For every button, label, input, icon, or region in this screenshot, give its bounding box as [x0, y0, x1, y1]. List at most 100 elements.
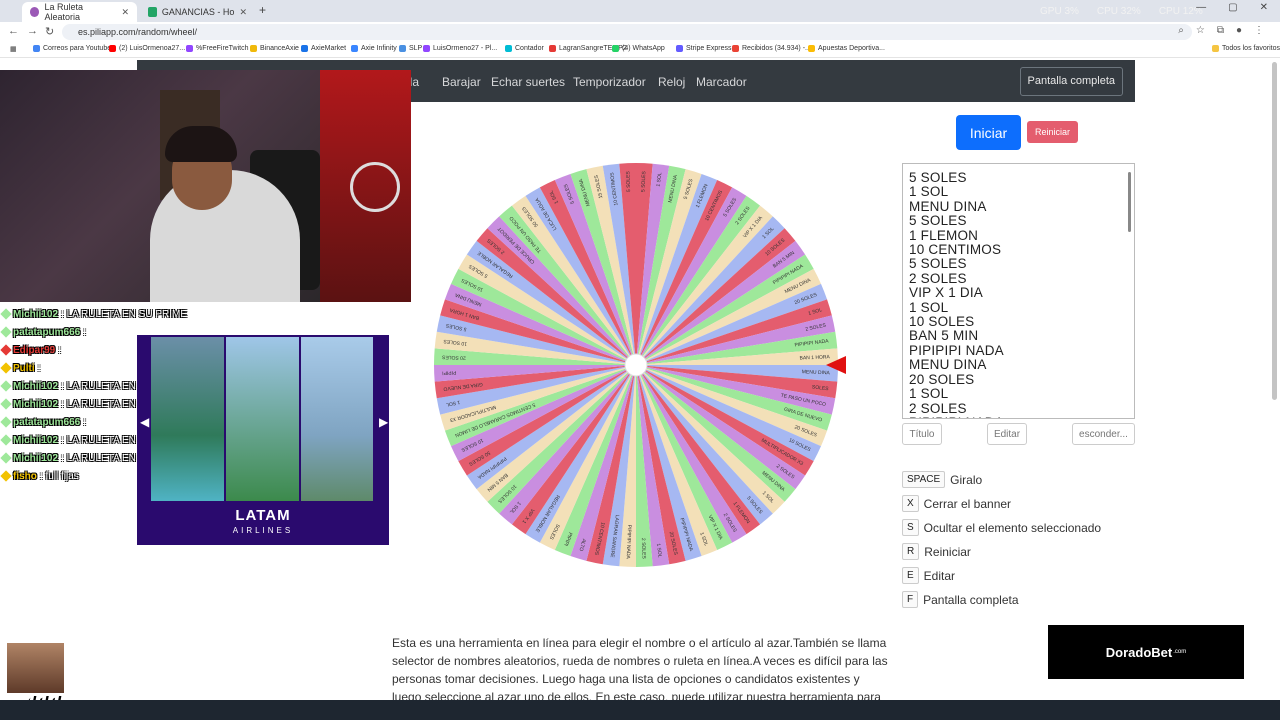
bookmark-favicon-icon	[250, 45, 257, 52]
list-scrollbar[interactable]	[1127, 166, 1132, 416]
bookmark-item[interactable]: SLP	[399, 45, 422, 52]
shortcut-row: F Pantalla completa	[902, 591, 1019, 608]
apps-icon[interactable]: ▦	[10, 45, 17, 53]
nav-item-barajar[interactable]: Barajar	[442, 75, 481, 89]
minimize-button[interactable]: —	[1196, 2, 1206, 13]
fullscreen-button[interactable]: Pantalla completa	[1019, 67, 1123, 96]
cpu-stat: CPU 32%	[1096, 6, 1141, 17]
taskbar	[0, 700, 1280, 720]
roulette-wheel[interactable]: 5 SOLES 1 SOL MENU DINA 5 SOLES 1 FLEMON10 C…	[430, 158, 850, 572]
chat-badge-icon	[0, 452, 12, 464]
bookmark-item[interactable]: (4) WhatsApp	[612, 45, 665, 52]
chat-text: :	[37, 362, 41, 374]
bookmark-favicon-icon	[33, 45, 40, 52]
page-scrollbar[interactable]	[1272, 62, 1277, 400]
chat-text: : full fijas	[39, 470, 79, 482]
chat-username: Michii102	[13, 434, 59, 446]
nav-item-reloj[interactable]: Reloj	[658, 75, 685, 89]
hide-button[interactable]: esconder...	[1072, 423, 1135, 445]
close-tab-icon[interactable]: ✕	[121, 7, 129, 18]
ad-next-icon[interactable]: ▶	[379, 415, 388, 429]
webcam-overlay	[0, 70, 411, 302]
bookmark-favicon-icon	[301, 45, 308, 52]
bookmark-label: Apuestas Deportiva...	[818, 45, 885, 52]
nav-item-temporizador[interactable]: Temporizador	[573, 75, 646, 89]
close-tab-icon[interactable]: ✕	[239, 7, 247, 18]
nav-item-echar-suertes[interactable]: Echar suertes	[491, 75, 565, 89]
chat-message: Michii102: LA RULETA EN SU PRIME	[0, 305, 212, 323]
shortcut-key: S	[902, 519, 919, 536]
bookmark-favicon-icon	[732, 45, 739, 52]
forward-icon[interactable]: →	[27, 25, 38, 37]
chat-username: fisho	[13, 470, 37, 482]
close-window-button[interactable]: ✕	[1260, 2, 1268, 13]
chat-username: Pulti	[13, 362, 35, 374]
ad-prev-icon[interactable]: ◀	[140, 415, 149, 429]
reset-button[interactable]: Reiniciar	[1027, 121, 1078, 143]
chat-badge-icon	[0, 398, 12, 410]
edit-button[interactable]: Editar	[987, 423, 1027, 445]
bookmark-label: Correos para Youtube	[43, 45, 112, 52]
bookmark-item[interactable]: (2) LuisOrmenoa27...	[109, 45, 185, 52]
extensions-icon[interactable]: ⧉	[1217, 25, 1224, 36]
bookmark-star-icon[interactable]: ☆	[1196, 25, 1205, 36]
bookmark-item[interactable]: Correos para Youtube	[33, 45, 111, 52]
reload-icon[interactable]: ↻	[45, 25, 54, 38]
bookmark-item[interactable]: Axie Infinity	[351, 45, 397, 52]
list-item: MENU DINA	[909, 357, 987, 373]
bookmark-label: Contador	[515, 45, 544, 52]
back-icon[interactable]: ←	[8, 25, 19, 37]
shortcut-label: Editar	[923, 568, 956, 583]
list-scroll-thumb[interactable]	[1128, 172, 1131, 232]
ad-photo-statue	[301, 337, 373, 501]
bookmark-favicon-icon	[109, 45, 116, 52]
chat-text: :	[58, 344, 62, 356]
nav-item-marcador[interactable]: Marcador	[696, 75, 747, 89]
bookmark-item[interactable]: Stripe Express	[676, 45, 732, 52]
bookmark-item[interactable]: Apuestas Deportiva...	[808, 45, 885, 52]
doradobet-banner[interactable]: DoradoBet .com	[1048, 625, 1244, 679]
bookmark-favicon-icon	[351, 45, 358, 52]
tab-title: GANANCIAS - Hojas de cálculo	[161, 7, 235, 17]
zoom-icon[interactable]: ⌕	[1178, 25, 1184, 36]
all-favorites[interactable]: Todos los favoritos	[1212, 45, 1280, 52]
bookmark-item[interactable]: AxieMarket	[301, 45, 346, 52]
bookmark-item[interactable]: LuisOrmeno27 - Pl...	[423, 45, 497, 52]
chat-text: :	[83, 416, 87, 428]
menu-icon[interactable]: ⋮	[1254, 25, 1264, 36]
bookmark-item[interactable]: %FreeFireTwitch	[186, 45, 249, 52]
shortcut-row: SPACE Giralo	[902, 471, 982, 488]
fan-icon	[350, 162, 400, 212]
new-tab-button[interactable]: +	[259, 3, 266, 17]
streamer-hair	[165, 126, 237, 162]
title-button[interactable]: Título	[902, 423, 942, 445]
start-button[interactable]: Iniciar	[956, 115, 1021, 150]
sheets-favicon-icon	[148, 7, 157, 17]
shortcut-row: R Reiniciar	[902, 543, 971, 560]
bookmark-favicon-icon	[186, 45, 193, 52]
bookmark-label: BinanceAxie	[260, 45, 299, 52]
list-item: 10 SOLES	[909, 314, 975, 330]
bookmark-favicon-icon	[612, 45, 619, 52]
url-field[interactable]: es.piliapp.com/random/wheel/	[62, 24, 1192, 40]
list-item: 2 SOLES	[909, 400, 967, 416]
chat-badge-icon	[0, 416, 12, 428]
maximize-button[interactable]: ▢	[1228, 2, 1237, 13]
tab-ganancias[interactable]: GANANCIAS - Hojas de cálculo ✕	[140, 2, 255, 22]
wheel-label: PIPIPI	[442, 369, 456, 376]
options-textarea[interactable]: 5 SOLES 1 SOL MENU DINA 5 SOLES 1 FLEMON 10 C…	[902, 163, 1135, 419]
chat-badge-icon	[0, 308, 12, 320]
profile-icon[interactable]: ●	[1236, 25, 1242, 36]
all-favorites-label: Todos los favoritos	[1222, 45, 1280, 52]
perf-overlay: GPU 3% CPU 32% CPU 12%	[1040, 6, 1203, 17]
list-item: 1 SOL	[909, 386, 949, 402]
bookmark-item[interactable]: Recibidos (34.934) -...	[732, 45, 811, 52]
latam-ad[interactable]: ◀ ▶ LATAM AIRLINES	[137, 335, 389, 545]
bookmark-item[interactable]: BinanceAxie	[250, 45, 299, 52]
tab-ruleta[interactable]: La Ruleta Aleatoria ✕	[22, 2, 137, 22]
chat-username: patatapum666	[13, 326, 81, 338]
bookmark-favicon-icon	[505, 45, 512, 52]
bookmark-favicon-icon	[808, 45, 815, 52]
bookmark-item[interactable]: Contador	[505, 45, 544, 52]
list-item: BAN 5 MIN	[909, 328, 979, 344]
